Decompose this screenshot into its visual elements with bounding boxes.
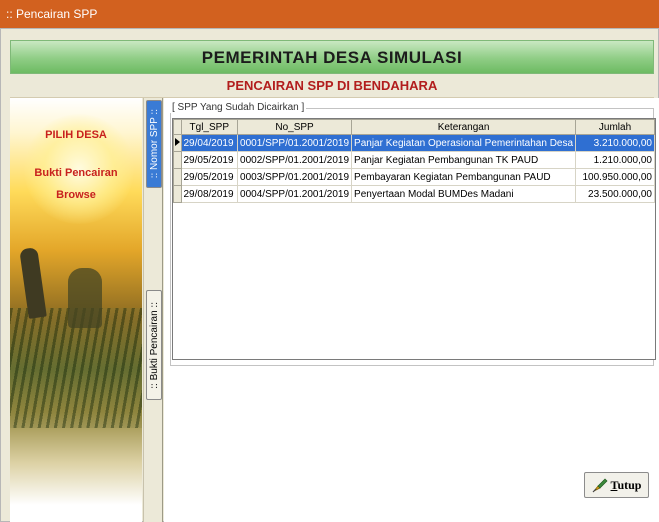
- tab-bukti-pencairan[interactable]: :: Bukti Pencairan ::: [146, 290, 162, 400]
- sidebar-farmer-figure: [68, 268, 102, 328]
- page-title-banner: PEMERINTAH DESA SIMULASI: [10, 40, 654, 74]
- cell-keterangan[interactable]: Penyertaan Modal BUMDes Madani: [351, 185, 577, 203]
- tab-nomor-spp-label: :: Nomor SPP ::: [148, 109, 160, 179]
- table-row[interactable]: 29/04/2019 0001/SPP/01.2001/2019 Panjar …: [173, 134, 655, 152]
- column-header-no-spp[interactable]: No_SPP: [237, 119, 353, 135]
- tab-nomor-spp[interactable]: :: Nomor SPP ::: [146, 100, 162, 188]
- sidebar: PILIH DESA Bukti Pencairan Browse: [10, 98, 142, 522]
- group-legend: [ SPP Yang Sudah Dicairkan ]: [170, 102, 307, 113]
- cell-jumlah[interactable]: 3.210.000,00: [575, 134, 655, 152]
- column-header-tgl-spp[interactable]: Tgl_SPP: [180, 119, 239, 135]
- cell-no-spp[interactable]: 0002/SPP/01.2001/2019: [237, 151, 353, 169]
- cell-no-spp[interactable]: 0004/SPP/01.2001/2019: [237, 185, 353, 203]
- current-row-arrow-icon: [174, 137, 180, 146]
- cell-tgl-spp[interactable]: 29/05/2019: [180, 168, 239, 186]
- sidebar-item-browse[interactable]: Browse: [10, 189, 142, 201]
- cell-keterangan[interactable]: Panjar Kegiatan Pembangunan TK PAUD: [351, 151, 577, 169]
- table-row[interactable]: 29/05/2019 0003/SPP/01.2001/2019 Pembaya…: [173, 168, 655, 186]
- window-titlebar: :: Pencairan SPP: [0, 0, 659, 28]
- page-title: PEMERINTAH DESA SIMULASI: [201, 48, 463, 67]
- table-row[interactable]: 29/08/2019 0004/SPP/01.2001/2019 Penyert…: [173, 185, 655, 203]
- spp-table: Tgl_SPP No_SPP Keterangan Jumlah 29/04/2…: [173, 119, 655, 203]
- row-indicator: [173, 168, 182, 186]
- row-indicator: [173, 185, 182, 203]
- sidebar-item-pilih-desa[interactable]: PILIH DESA: [10, 129, 142, 141]
- row-indicator-header: [173, 119, 182, 135]
- cell-tgl-spp[interactable]: 29/08/2019: [180, 185, 239, 203]
- spp-data-grid[interactable]: Tgl_SPP No_SPP Keterangan Jumlah 29/04/2…: [172, 118, 656, 360]
- cell-no-spp[interactable]: 0001/SPP/01.2001/2019: [237, 134, 353, 152]
- page-subtitle: PENCAIRAN SPP DI BENDAHARA: [226, 78, 438, 93]
- cell-keterangan[interactable]: Pembayaran Kegiatan Pembangunan PAUD: [351, 168, 577, 186]
- column-header-jumlah[interactable]: Jumlah: [575, 119, 655, 135]
- tutup-button[interactable]: Tutup: [584, 472, 649, 498]
- window-title: :: Pencairan SPP: [6, 7, 98, 21]
- sidebar-item-bukti-pencairan[interactable]: Bukti Pencairan: [10, 167, 142, 179]
- cell-no-spp[interactable]: 0003/SPP/01.2001/2019: [237, 168, 353, 186]
- vertical-tab-strip: :: Nomor SPP :: :: Bukti Pencairan ::: [143, 98, 163, 522]
- column-header-keterangan[interactable]: Keterangan: [351, 119, 577, 135]
- brush-icon: [592, 478, 608, 493]
- tutup-button-label: Tutup: [610, 477, 642, 492]
- cell-tgl-spp[interactable]: 29/05/2019: [180, 151, 239, 169]
- table-row[interactable]: 29/05/2019 0002/SPP/01.2001/2019 Panjar …: [173, 151, 655, 169]
- cell-jumlah[interactable]: 1.210.000,00: [575, 151, 655, 169]
- cell-jumlah[interactable]: 100.950.000,00: [575, 168, 655, 186]
- row-indicator: [173, 151, 182, 169]
- table-header-row: Tgl_SPP No_SPP Keterangan Jumlah: [173, 119, 655, 135]
- row-indicator: [173, 134, 182, 152]
- tab-bukti-pencairan-label: :: Bukti Pencairan ::: [148, 301, 160, 389]
- cell-keterangan[interactable]: Panjar Kegiatan Operasional Pemerintahan…: [351, 134, 577, 152]
- cell-tgl-spp[interactable]: 29/04/2019: [180, 134, 239, 152]
- cell-jumlah[interactable]: 23.500.000,00: [575, 185, 655, 203]
